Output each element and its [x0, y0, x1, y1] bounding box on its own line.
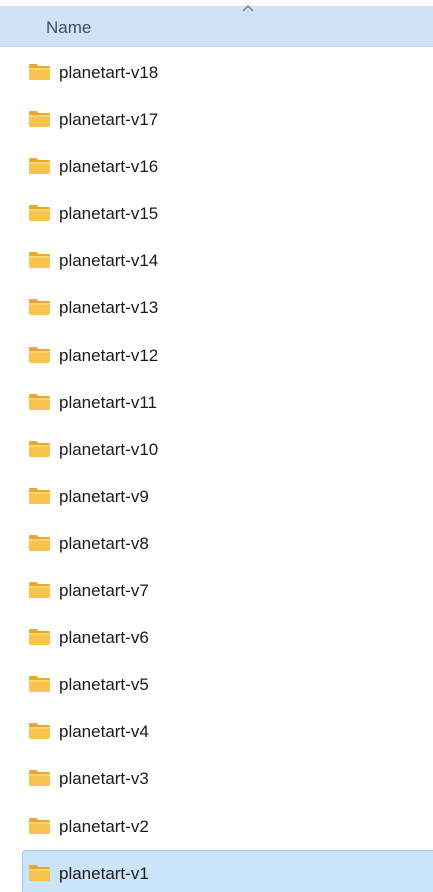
folder-icon — [28, 346, 51, 364]
folder-icon — [28, 675, 51, 693]
folder-name: planetart-v5 — [59, 675, 149, 695]
folder-name: planetart-v9 — [59, 486, 149, 506]
folder-name: planetart-v16 — [59, 157, 159, 177]
list-item[interactable]: planetart-v4 — [22, 708, 433, 755]
list-item[interactable]: planetart-v18 — [22, 49, 433, 96]
folder-name: planetart-v13 — [59, 298, 159, 318]
chevron-up-icon — [241, 3, 255, 13]
list-item[interactable]: planetart-v12 — [22, 332, 433, 379]
folder-icon — [28, 251, 51, 269]
folder-icon — [28, 440, 51, 458]
list-item[interactable]: planetart-v11 — [22, 379, 433, 426]
folder-icon — [28, 487, 51, 505]
folder-name: planetart-v15 — [59, 204, 159, 224]
folder-icon — [28, 110, 51, 128]
folder-name: planetart-v8 — [59, 533, 149, 553]
folder-name: planetart-v7 — [59, 581, 149, 601]
folder-icon — [28, 817, 51, 835]
list-item[interactable]: planetart-v7 — [22, 567, 433, 614]
list-item[interactable]: planetart-v3 — [22, 755, 433, 802]
list-item[interactable]: planetart-v14 — [22, 237, 433, 284]
name-column-header[interactable]: Name — [0, 3, 433, 47]
folder-name: planetart-v3 — [59, 769, 149, 789]
folder-list: planetart-v18 planetart-v17 planetart-v16 p… — [0, 49, 433, 892]
list-item[interactable]: planetart-v16 — [22, 143, 433, 190]
list-item[interactable]: planetart-v13 — [22, 284, 433, 331]
folder-name: planetart-v2 — [59, 816, 149, 836]
folder-icon — [28, 581, 51, 599]
folder-icon — [28, 534, 51, 552]
folder-icon — [28, 722, 51, 740]
folder-icon — [28, 393, 51, 411]
list-item[interactable]: planetart-v6 — [22, 614, 433, 661]
list-item[interactable]: planetart-v10 — [22, 426, 433, 473]
list-item[interactable]: planetart-v1 — [22, 849, 433, 892]
list-item[interactable]: planetart-v8 — [22, 520, 433, 567]
folder-icon — [28, 157, 51, 175]
folder-icon — [28, 204, 51, 222]
list-item[interactable]: planetart-v2 — [22, 803, 433, 850]
file-explorer-list: Name planetart-v18 planetart-v17 planetart… — [0, 0, 433, 892]
folder-name: planetart-v1 — [59, 863, 149, 883]
folder-name: planetart-v17 — [59, 110, 159, 130]
folder-icon — [28, 63, 51, 81]
folder-name: planetart-v4 — [59, 722, 149, 742]
folder-name: planetart-v6 — [59, 628, 149, 648]
folder-name: planetart-v12 — [59, 345, 159, 365]
folder-icon — [28, 864, 51, 882]
folder-name: planetart-v11 — [59, 392, 157, 412]
name-column-label: Name — [46, 18, 92, 37]
list-item[interactable]: planetart-v15 — [22, 190, 433, 237]
folder-icon — [28, 628, 51, 646]
folder-name: planetart-v14 — [59, 251, 159, 271]
list-item[interactable]: planetart-v9 — [22, 473, 433, 520]
folder-icon — [28, 298, 51, 316]
folder-icon — [28, 769, 51, 787]
folder-name: planetart-v10 — [59, 439, 159, 459]
list-item[interactable]: planetart-v5 — [22, 661, 433, 708]
list-item[interactable]: planetart-v17 — [22, 96, 433, 143]
folder-name: planetart-v18 — [59, 63, 159, 82]
